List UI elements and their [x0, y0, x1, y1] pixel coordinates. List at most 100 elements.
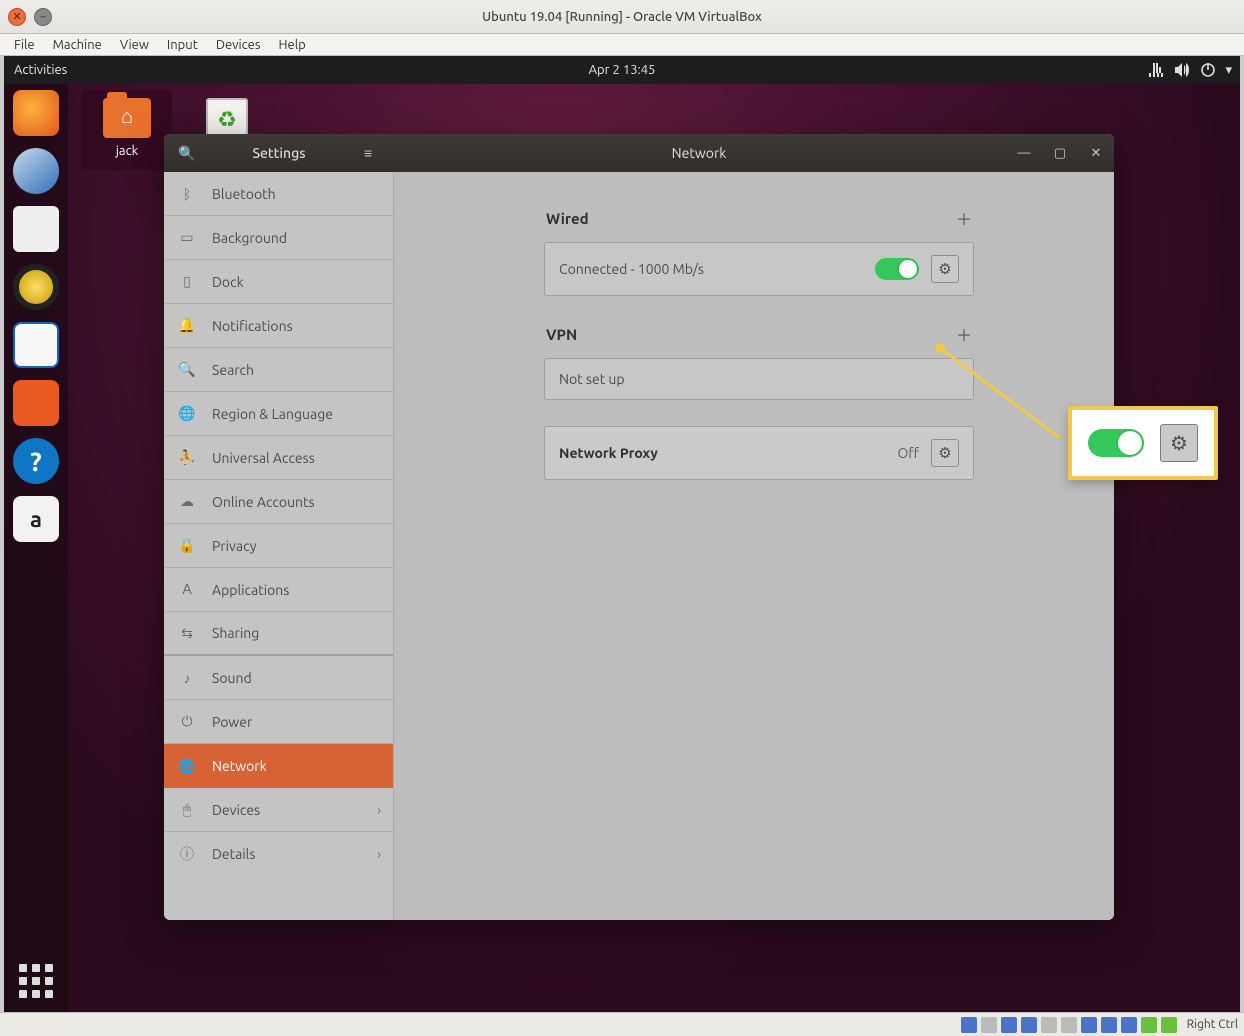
sidebar-item-notifications[interactable]: 🔔 Notifications — [164, 304, 393, 348]
dock-app-thunderbird[interactable] — [13, 148, 59, 194]
sidebar-item-label: Bluetooth — [212, 186, 276, 202]
sidebar-item-sharing[interactable]: ⇆ Sharing — [164, 612, 393, 656]
sidebar-item-label: Online Accounts — [212, 494, 315, 510]
dock-app-firefox[interactable] — [13, 90, 59, 136]
vpn-section-title: VPN — [546, 326, 577, 343]
vpn-status-text: Not set up — [559, 371, 625, 387]
folder-home-icon — [103, 98, 151, 138]
vb-status-recording-icon[interactable] — [1101, 1017, 1117, 1033]
sidebar-item-label: Network — [212, 758, 267, 774]
sidebar-item-power[interactable]: ⏻Power — [164, 700, 393, 744]
sidebar-item-bluetooth[interactable]: ᛒ Bluetooth — [164, 172, 393, 216]
search-icon: 🔍 — [178, 361, 196, 378]
settings-app-title: Settings — [164, 145, 394, 161]
network-proxy-row: Network Proxy Off ⚙ — [544, 426, 974, 480]
sidebar-item-online[interactable]: ☁Online Accounts — [164, 480, 393, 524]
sharing-icon: ⇆ — [178, 625, 196, 642]
settings-maximize-button[interactable]: ▢ — [1042, 134, 1078, 172]
vb-status-shared-folders-icon[interactable] — [1061, 1017, 1077, 1033]
vb-menu-devices[interactable]: Devices — [208, 36, 269, 54]
vb-hostkey-label: Right Ctrl — [1187, 1018, 1238, 1031]
sidebar-item-label: Power — [212, 714, 252, 730]
vb-menu-view[interactable]: View — [112, 36, 157, 54]
wired-toggle[interactable] — [875, 258, 919, 280]
sidebar-item-label: Background — [212, 230, 287, 246]
sidebar-item-privacy[interactable]: 🔒Privacy — [164, 524, 393, 568]
wired-connection-row: Connected - 1000 Mb/s ⚙ — [544, 242, 974, 296]
vpn-row: Not set up — [544, 358, 974, 400]
proxy-title: Network Proxy — [559, 445, 658, 461]
sidebar-item-label: Devices — [212, 802, 260, 818]
desktop-icon-home[interactable]: jack — [82, 90, 172, 170]
chevron-right-icon: › — [377, 846, 381, 862]
vpn-add-button[interactable]: ＋ — [956, 322, 972, 346]
sidebar-item-label: Sharing — [212, 625, 259, 641]
desktop-icon-home-label: jack — [86, 144, 168, 158]
chevron-right-icon: › — [377, 802, 381, 818]
proxy-status-text: Off — [897, 445, 919, 461]
bluetooth-icon: ᛒ — [178, 186, 196, 202]
vb-status-mouse-integration-icon[interactable] — [1161, 1017, 1177, 1033]
notifications-icon: 🔔 — [178, 317, 196, 334]
vb-status-audio-icon[interactable] — [1001, 1017, 1017, 1033]
dock-app-amazon[interactable]: a — [13, 496, 59, 542]
wired-add-button[interactable]: ＋ — [956, 206, 972, 230]
dock-app-rhythmbox[interactable] — [13, 264, 59, 310]
sidebar-item-label: Details — [212, 846, 255, 862]
settings-window: 🔍 Settings ≡ Network — ▢ ✕ ᛒ Bluetooth ▭ Ba… — [164, 134, 1114, 920]
sidebar-item-sound[interactable]: ♪ Sound — [164, 656, 393, 700]
sidebar-item-universal[interactable]: ⛹Universal Access — [164, 436, 393, 480]
vb-status-optical-icon[interactable] — [981, 1017, 997, 1033]
network-icon: 🌐 — [178, 758, 196, 775]
sidebar-item-region[interactable]: 🌐Region & Language — [164, 392, 393, 436]
vb-menu-input[interactable]: Input — [159, 36, 206, 54]
vb-status-network-icon[interactable] — [1021, 1017, 1037, 1033]
vb-status-harddisk-icon[interactable] — [961, 1017, 977, 1033]
dock-app-ubuntu-software[interactable] — [13, 380, 59, 426]
sidebar-item-label: Search — [212, 362, 254, 378]
settings-minimize-button[interactable]: — — [1006, 134, 1042, 172]
virtualbox-menubar: File Machine View Input Devices Help — [0, 34, 1244, 56]
sidebar-item-label: Dock — [212, 274, 244, 290]
proxy-settings-button[interactable]: ⚙ — [931, 439, 959, 467]
background-icon: ▭ — [178, 229, 196, 246]
settings-headerbar: 🔍 Settings ≡ Network — ▢ ✕ — [164, 134, 1114, 172]
virtualbox-titlebar: ✕ – Ubuntu 19.04 [Running] - Oracle VM V… — [0, 0, 1244, 34]
sidebar-item-background[interactable]: ▭ Background — [164, 216, 393, 260]
settings-content: Wired ＋ Connected - 1000 Mb/s ⚙ — [394, 172, 1114, 920]
sidebar-item-details[interactable]: ⓘDetails› — [164, 832, 393, 876]
dock-show-applications[interactable] — [19, 964, 53, 998]
vb-status-guest-additions-icon[interactable] — [1141, 1017, 1157, 1033]
vb-status-display-icon[interactable] — [1081, 1017, 1097, 1033]
power-tray-icon[interactable] — [1201, 63, 1215, 77]
apps-icon: 𝖠 — [178, 581, 196, 598]
sidebar-item-search[interactable]: 🔍 Search — [164, 348, 393, 392]
sidebar-item-network[interactable]: 🌐 Network — [164, 744, 393, 788]
system-menu-chevron-icon[interactable]: ▾ — [1225, 63, 1232, 78]
vb-status-usb-icon[interactable] — [1041, 1017, 1057, 1033]
vb-status-vcpu-icon[interactable] — [1121, 1017, 1137, 1033]
sidebar-item-label: Notifications — [212, 318, 293, 334]
sidebar-item-label: Sound — [212, 670, 252, 686]
settings-page-title: Network — [394, 145, 1004, 161]
network-tray-icon[interactable] — [1149, 63, 1165, 77]
sidebar-item-apps[interactable]: 𝖠 Applications — [164, 568, 393, 612]
settings-sidebar: ᛒ Bluetooth ▭ Background ▯Dock 🔔 Notifications… — [164, 172, 394, 920]
dock-app-files[interactable] — [13, 206, 59, 252]
wired-settings-button[interactable]: ⚙ — [931, 255, 959, 283]
vb-menu-file[interactable]: File — [6, 36, 43, 54]
sidebar-item-dock[interactable]: ▯Dock — [164, 260, 393, 304]
sound-icon: ♪ — [178, 670, 196, 686]
settings-close-button[interactable]: ✕ — [1078, 134, 1114, 172]
sidebar-item-label: Applications — [212, 582, 289, 598]
devices-icon: 🖱 — [178, 801, 196, 818]
topbar-clock[interactable]: Apr 2 13:45 — [4, 63, 1240, 77]
volume-tray-icon[interactable] — [1175, 63, 1191, 77]
settings-hamburger-button[interactable]: ≡ — [364, 145, 372, 161]
dock-app-libreoffice-writer[interactable] — [13, 322, 59, 368]
callout-wired-toggle — [1088, 429, 1144, 457]
dock-app-help[interactable]: ? — [13, 438, 59, 484]
vb-menu-help[interactable]: Help — [271, 36, 314, 54]
vb-menu-machine[interactable]: Machine — [45, 36, 110, 54]
sidebar-item-devices[interactable]: 🖱 Devices › — [164, 788, 393, 832]
